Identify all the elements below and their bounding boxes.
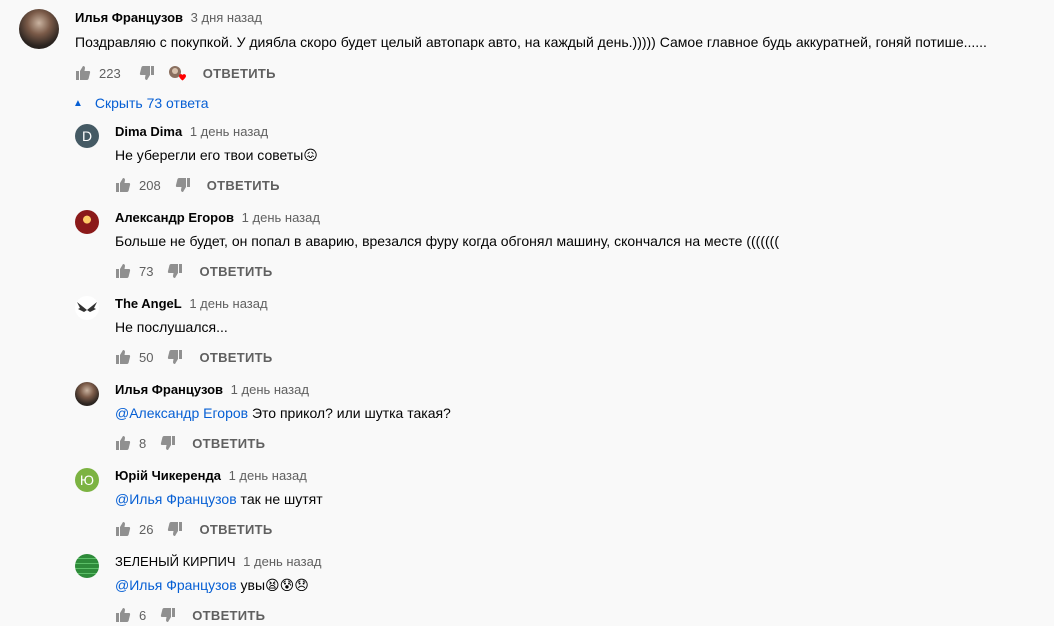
dislike-icon[interactable] [167, 263, 183, 279]
avatar-letter: Ю [79, 472, 95, 488]
like-icon[interactable] [115, 607, 131, 623]
comment-author[interactable]: Юрій Чикеренда [115, 468, 221, 483]
comment-text: Поздравляю с покупкой. У диябла скоро бу… [75, 34, 987, 50]
like-count: 223 [99, 65, 121, 81]
reply-button[interactable]: ОТВЕТИТЬ [199, 350, 272, 365]
comment-time[interactable]: 1 день назад [229, 468, 307, 483]
mention-link[interactable]: @Илья Французов [115, 491, 237, 507]
comment-time[interactable]: 1 день назад [243, 554, 321, 569]
like-count: 50 [139, 349, 154, 365]
comment-actions: 50 ОТВЕТИТЬ [115, 349, 273, 365]
reply-comment: The AngeL 1 день назад Не послушался... … [0, 290, 1054, 376]
dislike-icon[interactable] [139, 65, 155, 81]
avatar[interactable] [75, 296, 99, 320]
reply-button[interactable]: ОТВЕТИТЬ [192, 436, 265, 451]
avatar[interactable] [75, 210, 99, 234]
comment-text: Не послушался... [115, 319, 228, 335]
reply-button[interactable]: ОТВЕТИТЬ [192, 608, 265, 623]
comment-text: Больше не будет, он попал в аварию, врез… [115, 233, 779, 249]
dislike-icon[interactable] [160, 435, 176, 451]
comment-body: Это прикол? или шутка такая? [248, 405, 451, 421]
comment-text: @Илья Французов увы😫😰😞 [115, 577, 309, 594]
comment-time[interactable]: 3 дня назад [191, 10, 262, 25]
comment-header: Илья Французов 3 дня назад [75, 10, 262, 25]
comment-body: так не шутят [236, 491, 323, 507]
like-icon[interactable] [115, 263, 131, 279]
comment-actions: 208 ОТВЕТИТЬ [115, 177, 280, 193]
comment-time[interactable]: 1 день назад [242, 210, 320, 225]
dislike-icon[interactable] [167, 349, 183, 365]
comment-author[interactable]: ЗЕЛЕНЫЙ КИРПИЧ [115, 554, 236, 569]
comment-header: Илья Французов 1 день назад [115, 382, 309, 397]
like-count: 6 [139, 607, 147, 623]
comment-author[interactable]: Илья Французов [115, 382, 223, 397]
reply-button[interactable]: ОТВЕТИТЬ [207, 178, 280, 193]
avatar-letter: D [81, 128, 93, 144]
comment-text: @Илья Французов так не шутят [115, 491, 323, 507]
comment-header: Александр Егоров 1 день назад [115, 210, 320, 225]
hide-replies-button[interactable]: ▲ Скрыть 73 ответа [73, 95, 209, 111]
comment-header: The AngeL 1 день назад [115, 296, 268, 311]
comment-actions: 223 ОТВЕТИТЬ [75, 65, 276, 81]
comment-header: Юрій Чикеренда 1 день назад [115, 468, 307, 483]
dislike-icon[interactable] [160, 607, 176, 623]
like-icon[interactable] [115, 521, 131, 537]
avatar[interactable]: Ю [75, 468, 99, 492]
comment-author[interactable]: Dima Dima [115, 124, 182, 139]
avatar[interactable] [75, 554, 99, 578]
comment-actions: 73 ОТВЕТИТЬ [115, 263, 273, 279]
comment-body: увы😫😰😞 [236, 577, 309, 593]
comment-author[interactable]: Илья Французов [75, 10, 183, 25]
comment-header: Dima Dima 1 день назад [115, 124, 268, 139]
reply-comment: ЗЕЛЕНЫЙ КИРПИЧ 1 день назад @Илья Францу… [0, 548, 1054, 624]
hide-replies-label: Скрыть 73 ответа [94, 95, 209, 111]
like-count: 208 [139, 177, 161, 193]
reply-comment: Ю Юрій Чикеренда 1 день назад @Илья Фран… [0, 462, 1054, 548]
wings-icon [77, 302, 97, 312]
comment-text: Не уберегли его твои советы😖 [115, 147, 318, 164]
caret-up-icon: ▲ [73, 97, 83, 109]
dislike-icon[interactable] [167, 521, 183, 537]
comment-text: @Александр Егоров Это прикол? или шутка … [115, 405, 451, 421]
like-icon[interactable] [75, 65, 91, 81]
comment-time[interactable]: 1 день назад [190, 124, 268, 139]
reply-button[interactable]: ОТВЕТИТЬ [203, 66, 276, 81]
like-count: 26 [139, 521, 154, 537]
comment-time[interactable]: 1 день назад [189, 296, 267, 311]
like-icon[interactable] [115, 435, 131, 451]
comment-actions: 26 ОТВЕТИТЬ [115, 521, 273, 537]
reply-comment: Александр Егоров 1 день назад Больше не … [0, 204, 1054, 290]
comment-body: Не послушался... [115, 319, 228, 335]
comment-actions: 6 ОТВЕТИТЬ [115, 607, 265, 623]
reply-comment: D Dima Dima 1 день назад Не уберегли его… [0, 118, 1054, 204]
mention-link[interactable]: @Илья Французов [115, 577, 237, 593]
avatar[interactable]: D [75, 124, 99, 148]
comment-actions: 8 ОТВЕТИТЬ [115, 435, 265, 451]
like-count: 73 [139, 263, 154, 279]
main-comment: Илья Французов 3 дня назад Поздравляю с … [0, 0, 1054, 90]
dislike-icon[interactable] [175, 177, 191, 193]
comment-author[interactable]: The AngeL [115, 296, 182, 311]
like-icon[interactable] [115, 349, 131, 365]
like-icon[interactable] [115, 177, 131, 193]
reply-comment: Илья Французов 1 день назад @Александр Е… [0, 376, 1054, 462]
comment-time[interactable]: 1 день назад [231, 382, 309, 397]
avatar[interactable] [75, 382, 99, 406]
comment-body: Не уберегли его твои советы😖 [115, 147, 318, 163]
avatar[interactable] [19, 9, 59, 49]
mention-link[interactable]: @Александр Егоров [115, 405, 248, 421]
comment-author[interactable]: Александр Егоров [115, 210, 234, 225]
like-count: 8 [139, 435, 147, 451]
reply-button[interactable]: ОТВЕТИТЬ [199, 522, 272, 537]
creator-heart-icon [167, 65, 187, 81]
reply-button[interactable]: ОТВЕТИТЬ [199, 264, 272, 279]
comment-body: Больше не будет, он попал в аварию, врез… [115, 233, 779, 249]
comment-header: ЗЕЛЕНЫЙ КИРПИЧ 1 день назад [115, 554, 321, 569]
